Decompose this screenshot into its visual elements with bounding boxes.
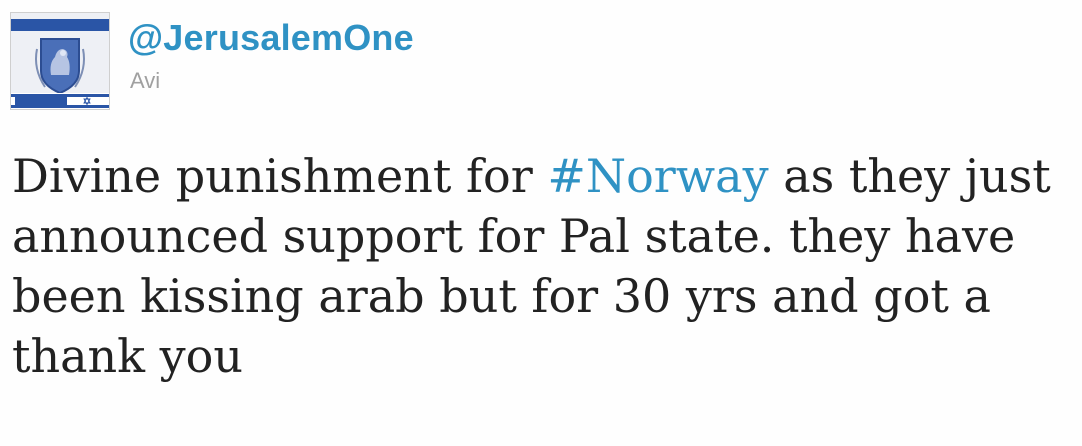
tweet-text: Divine punishment for #Norway as they ju… [12,146,1074,386]
user-display-name: Avi [130,68,161,93]
avatar[interactable] [10,12,110,110]
jerusalem-emblem-icon [11,13,109,109]
tweet-text-intro: Divine punishment for [12,149,548,203]
israel-flag-icon [11,93,109,109]
tweet-card: @JerusalemOne Avi Divine punishment for … [0,0,1082,446]
hashtag-link[interactable]: #Norway [547,149,768,203]
user-handle-link[interactable]: @JerusalemOne [128,16,414,60]
